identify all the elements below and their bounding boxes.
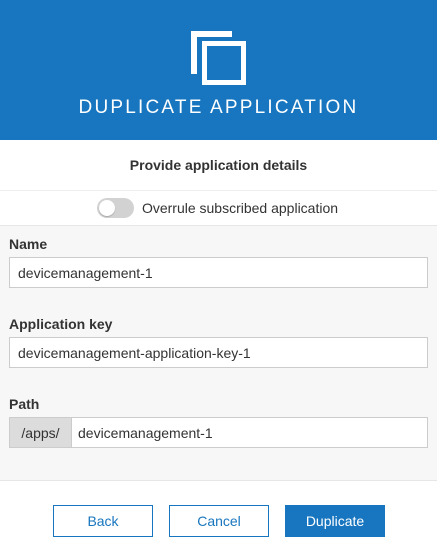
dialog-footer: Back Cancel Duplicate (0, 481, 437, 556)
application-details-form: Name Application key Path /apps/ (0, 226, 437, 481)
path-input-group: /apps/ (9, 417, 428, 448)
dialog-subtitle: Provide application details (0, 140, 437, 191)
overrule-toggle-label: Overrule subscribed application (141, 200, 339, 216)
dialog-header: DUPLICATE APPLICATION (0, 0, 437, 140)
application-key-label: Application key (9, 316, 113, 332)
cancel-button[interactable]: Cancel (169, 505, 269, 537)
back-button[interactable]: Back (53, 505, 153, 537)
path-label: Path (9, 396, 40, 412)
duplicate-application-dialog: DUPLICATE APPLICATION Provide applicatio… (0, 0, 437, 556)
path-prefix: /apps/ (9, 417, 71, 448)
application-key-input[interactable] (9, 337, 428, 368)
overrule-subscribed-toggle[interactable] (96, 198, 134, 218)
toggle-knob (98, 200, 115, 216)
overrule-toggle-row: Overrule subscribed application (0, 191, 437, 226)
duplicate-button[interactable]: Duplicate (285, 505, 385, 537)
name-input[interactable] (9, 257, 428, 288)
path-input[interactable] (71, 417, 428, 448)
dialog-title: DUPLICATE APPLICATION (78, 97, 359, 118)
duplicate-icon (191, 31, 246, 85)
name-label: Name (9, 236, 48, 252)
